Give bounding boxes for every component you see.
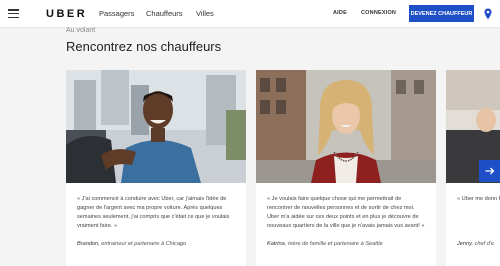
driver-signature: Jenny, chef d'e — [457, 241, 500, 247]
nav-link-passagers[interactable]: Passagers — [99, 9, 134, 18]
driver-signature: Brandon, entraineur et partenaire à Chic… — [77, 241, 242, 247]
section-title: Rencontrez nos chauffeurs — [66, 39, 222, 54]
login-link[interactable]: CONNEXION — [361, 10, 396, 16]
nav-link-villes[interactable]: Villes — [196, 9, 214, 18]
arrow-right-icon — [485, 167, 494, 175]
driver-name: Katrina — [267, 241, 285, 247]
carousel-next-button[interactable] — [479, 160, 500, 182]
help-link[interactable]: AIDE — [333, 10, 347, 16]
section-eyebrow: Au volant — [66, 27, 96, 34]
driver-name: Jenny — [457, 241, 472, 247]
driver-photo-brandon — [66, 70, 246, 183]
location-pin-icon[interactable] — [484, 8, 492, 20]
driver-quote: « Uber me donn faire mes gâtea gagner de… — [457, 196, 500, 202]
nav-link-chauffeurs[interactable]: Chauffeurs — [146, 9, 183, 18]
driver-card-katrina[interactable]: « Je voulais faire quelque chose qui me … — [256, 70, 436, 266]
become-driver-button[interactable]: DEVENEZ CHAUFFEUR — [409, 5, 474, 22]
hamburger-menu-icon[interactable] — [8, 9, 19, 19]
uber-logo[interactable]: UBER — [46, 8, 87, 20]
top-nav: UBER Passagers Chauffeurs Villes AIDE CO… — [0, 0, 500, 28]
driver-photo-katrina — [256, 70, 436, 183]
driver-name: Brandon — [77, 241, 99, 247]
driver-role: , entraineur et partenaire à Chicago — [98, 241, 187, 247]
driver-quote: « J'ai commencé à conduire avec Uber, ca… — [77, 196, 230, 229]
driver-signature: Katrina, mère de famille et partenaire à… — [267, 241, 432, 247]
driver-quote: « Je voulais faire quelque chose qui me … — [267, 196, 425, 229]
driver-role: , mère de famille et partenaire à Seattl… — [284, 241, 383, 247]
driver-card-brandon[interactable]: « J'ai commencé à conduire avec Uber, ca… — [66, 70, 246, 266]
driver-role: , chef d'e — [471, 241, 495, 247]
